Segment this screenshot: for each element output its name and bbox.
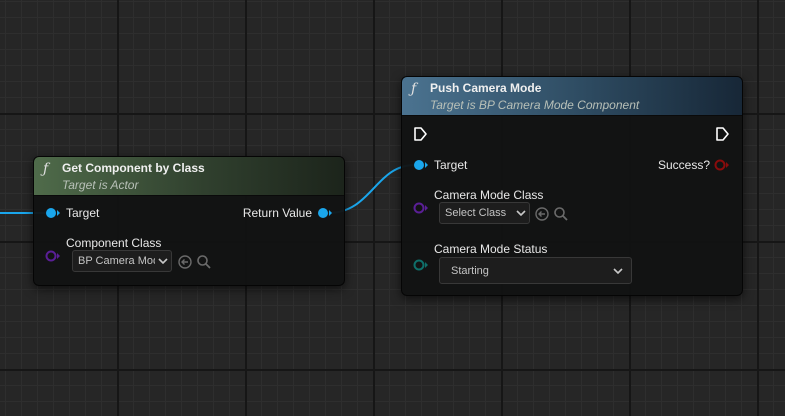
- component-class-pin-label: Component Class: [66, 236, 162, 250]
- node-header[interactable]: ƒ Get Component by Class Target is Actor: [34, 157, 344, 196]
- use-selected-asset-icon[interactable]: [534, 206, 550, 222]
- chevron-down-icon: [155, 251, 171, 271]
- target-pin-label: Target: [66, 206, 100, 220]
- camera-mode-class-pin-label: Camera Mode Class: [434, 188, 544, 202]
- node-subtitle: Target is Actor: [62, 178, 139, 192]
- use-selected-asset-icon[interactable]: [177, 254, 193, 270]
- return-value-object-pin-icon[interactable]: [317, 207, 333, 219]
- node-title: Push Camera Mode: [430, 81, 542, 95]
- camera-mode-status-dropdown[interactable]: Starting: [439, 257, 632, 284]
- camera-mode-class-pin-icon[interactable]: [413, 202, 429, 214]
- camera-mode-class-dropdown[interactable]: Select Class: [439, 202, 530, 224]
- exec-in-pin-icon[interactable]: [413, 126, 429, 142]
- node-title: Get Component by Class: [62, 161, 205, 175]
- chevron-down-icon: [605, 258, 631, 283]
- chevron-down-icon: [513, 203, 529, 223]
- camera-mode-class-value: Select Class: [445, 207, 507, 219]
- node-header[interactable]: ƒ Push Camera Mode Target is BP Camera M…: [402, 77, 742, 116]
- browse-search-icon[interactable]: [196, 254, 212, 270]
- success-bool-pin-icon[interactable]: [714, 159, 730, 171]
- exec-out-pin-icon[interactable]: [715, 126, 731, 142]
- camera-mode-status-pin-icon[interactable]: [413, 259, 429, 271]
- browse-search-icon[interactable]: [553, 206, 569, 222]
- node-subtitle: Target is BP Camera Mode Component: [430, 98, 640, 112]
- camera-mode-status-value: Starting: [451, 264, 489, 277]
- target-object-pin-icon[interactable]: [45, 207, 61, 219]
- component-class-value: BP Camera Mode: [78, 255, 155, 267]
- node-get-component-by-class[interactable]: ƒ Get Component by Class Target is Actor…: [33, 156, 345, 286]
- function-icon: ƒ: [43, 161, 49, 177]
- success-pin-label: Success?: [657, 158, 710, 172]
- node-push-camera-mode[interactable]: ƒ Push Camera Mode Target is BP Camera M…: [401, 76, 743, 296]
- function-icon: ƒ: [411, 81, 417, 97]
- target-object-pin-icon[interactable]: [413, 159, 429, 171]
- component-class-pin-icon[interactable]: [45, 250, 61, 262]
- target-pin-label: Target: [434, 158, 468, 172]
- camera-mode-status-pin-label: Camera Mode Status: [434, 242, 548, 256]
- component-class-dropdown[interactable]: BP Camera Mode: [72, 250, 172, 272]
- return-value-pin-label: Return Value: [242, 206, 312, 220]
